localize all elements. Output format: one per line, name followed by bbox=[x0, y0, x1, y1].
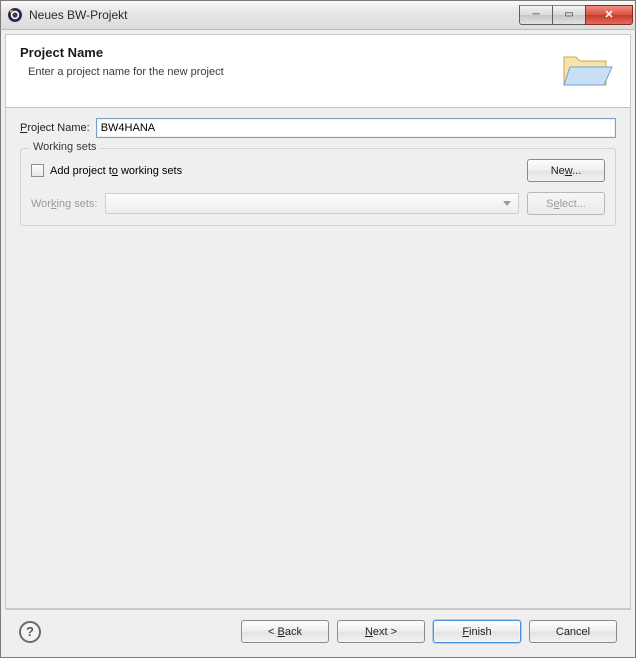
chevron-down-icon bbox=[503, 201, 511, 206]
project-name-label: Project Name: bbox=[20, 122, 90, 134]
working-sets-group: Working sets Add project to working sets… bbox=[20, 148, 616, 226]
project-name-input[interactable] bbox=[96, 118, 616, 138]
working-sets-legend: Working sets bbox=[29, 141, 100, 153]
maximize-icon: ▭ bbox=[564, 9, 573, 20]
add-to-working-sets-checkbox[interactable] bbox=[31, 164, 44, 177]
new-working-set-button[interactable]: New... bbox=[527, 159, 605, 182]
title-bar[interactable]: Neues BW-Projekt ─ ▭ ✕ bbox=[0, 0, 636, 30]
app-icon bbox=[7, 7, 23, 23]
window-title: Neues BW-Projekt bbox=[29, 8, 520, 22]
working-sets-combo bbox=[105, 193, 519, 214]
help-icon[interactable]: ? bbox=[19, 621, 41, 643]
select-working-set-button: Select... bbox=[527, 192, 605, 215]
back-button[interactable]: < Back bbox=[241, 620, 329, 643]
banner-subtitle: Enter a project name for the new project bbox=[28, 66, 552, 78]
cancel-button[interactable]: Cancel bbox=[529, 620, 617, 643]
next-button[interactable]: Next > bbox=[337, 620, 425, 643]
project-name-row: Project Name: bbox=[20, 118, 616, 138]
banner-title: Project Name bbox=[20, 45, 552, 60]
wizard-footer: ? < Back Next > Finish Cancel bbox=[5, 609, 631, 653]
minimize-icon: ─ bbox=[532, 9, 539, 20]
working-sets-label: Working sets: bbox=[31, 198, 97, 210]
maximize-button[interactable]: ▭ bbox=[552, 5, 586, 25]
close-icon: ✕ bbox=[604, 8, 613, 21]
wizard-banner: Project Name Enter a project name for th… bbox=[5, 34, 631, 108]
minimize-button[interactable]: ─ bbox=[519, 5, 553, 25]
close-button[interactable]: ✕ bbox=[585, 5, 633, 25]
folder-open-icon bbox=[560, 47, 616, 93]
finish-button[interactable]: Finish bbox=[433, 620, 521, 643]
add-to-working-sets-label: Add project to working sets bbox=[50, 165, 182, 177]
